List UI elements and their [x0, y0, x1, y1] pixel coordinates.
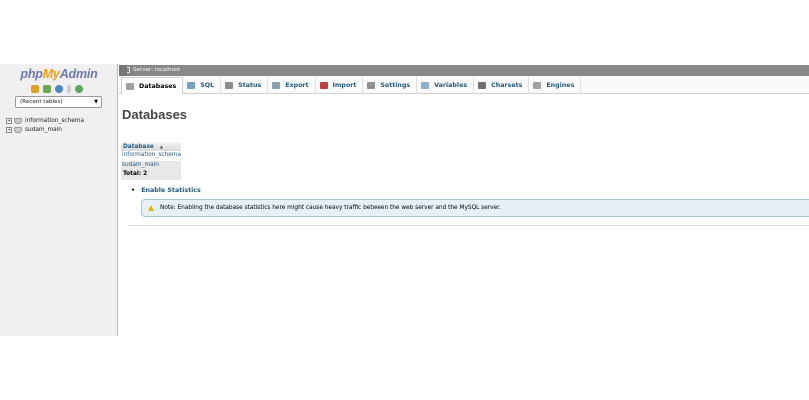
logo-part-php: php [20, 67, 43, 81]
tree-item-label[interactable]: information_schema [25, 118, 84, 124]
statistics-notice: Note: Enabling the database statistics h… [141, 199, 809, 217]
chevron-down-icon: ▼ [94, 99, 98, 105]
status-icon [225, 82, 234, 89]
enable-statistics-link[interactable]: Enable Statistics [141, 187, 201, 194]
tab-label: Variables [434, 82, 468, 89]
databases-table: Database ▲ information_schema sudam_main… [121, 142, 181, 180]
tab-databases[interactable]: Databases [121, 77, 184, 94]
enable-statistics-item: • Enable Statistics [131, 187, 201, 194]
collapse-navigation-button[interactable] [119, 65, 127, 76]
navigation-panel: phpMyAdmin (Recent tables) ▼ + informati… [0, 64, 118, 336]
tab-engines[interactable]: Engines [529, 77, 582, 94]
page-title: Databases [122, 107, 188, 122]
tab-label: SQL [200, 82, 215, 89]
exit-icon[interactable] [43, 85, 51, 93]
docs-icon[interactable] [67, 85, 71, 93]
database-link[interactable]: sudam_main [122, 162, 159, 168]
tab-label: Engines [546, 82, 575, 89]
tab-label: Export [285, 82, 309, 89]
help-icon[interactable] [55, 85, 63, 93]
database-tree: + information_schema + sudam_main [6, 116, 84, 135]
tab-label: Import [332, 82, 357, 89]
tab-status[interactable]: Status [221, 77, 269, 94]
tab-label: Charsets [491, 82, 523, 89]
tab-label: Status [238, 82, 262, 89]
sql-icon [187, 82, 196, 89]
database-icon [126, 82, 134, 90]
tab-label: Settings [380, 82, 411, 89]
table-row[interactable]: sudam_main [121, 160, 181, 170]
tree-item-label[interactable]: sudam_main [25, 127, 62, 133]
tab-import[interactable]: Import [316, 77, 364, 94]
tab-variables[interactable]: Variables [417, 77, 475, 94]
tab-label: Databases [139, 82, 177, 90]
expand-icon[interactable]: + [6, 117, 12, 124]
home-icon[interactable] [31, 85, 39, 93]
sort-ascending-icon: ▲ [159, 144, 163, 149]
database-link[interactable]: information_schema [122, 152, 181, 158]
bullet-icon: • [131, 187, 136, 194]
logo-part-admin: Admin [59, 67, 98, 81]
table-row[interactable]: information_schema [121, 151, 181, 161]
variables-icon [421, 82, 430, 89]
tab-export[interactable]: Export [268, 77, 316, 94]
phpmyadmin-logo[interactable]: phpMyAdmin [0, 67, 118, 81]
charsets-icon [478, 82, 487, 89]
database-icon [14, 117, 22, 124]
reload-icon[interactable] [75, 85, 83, 93]
expand-icon[interactable]: + [6, 127, 12, 134]
settings-icon [367, 82, 376, 89]
database-icon [14, 127, 22, 134]
export-icon [272, 82, 281, 89]
notice-text: Note: Enabling the database statistics h… [160, 205, 501, 211]
table-total-row: Total: 2 [121, 170, 181, 180]
recent-tables-label: (Recent tables) [20, 99, 63, 105]
import-icon [319, 82, 328, 89]
tree-item-information-schema[interactable]: + information_schema [6, 116, 84, 126]
top-menu-tabs: Databases SQL Status Export Import Setti… [119, 77, 809, 94]
server-breadcrumb: Server: localhost [119, 65, 809, 76]
recent-tables-select[interactable]: (Recent tables) ▼ [15, 96, 102, 108]
table-header-database[interactable]: Database ▲ [121, 142, 181, 151]
warning-icon [148, 205, 154, 211]
engines-icon [533, 82, 542, 89]
tree-item-sudam-main[interactable]: + sudam_main [6, 126, 84, 136]
server-breadcrumb-label[interactable]: Server: localhost [133, 67, 180, 73]
navigation-icon-bar [31, 85, 83, 94]
tab-charsets[interactable]: Charsets [474, 77, 530, 94]
column-header-label: Database [123, 144, 154, 150]
content-divider [128, 225, 809, 226]
logo-part-my: My [42, 67, 60, 81]
tab-settings[interactable]: Settings [363, 77, 418, 94]
tab-sql[interactable]: SQL [183, 77, 222, 94]
